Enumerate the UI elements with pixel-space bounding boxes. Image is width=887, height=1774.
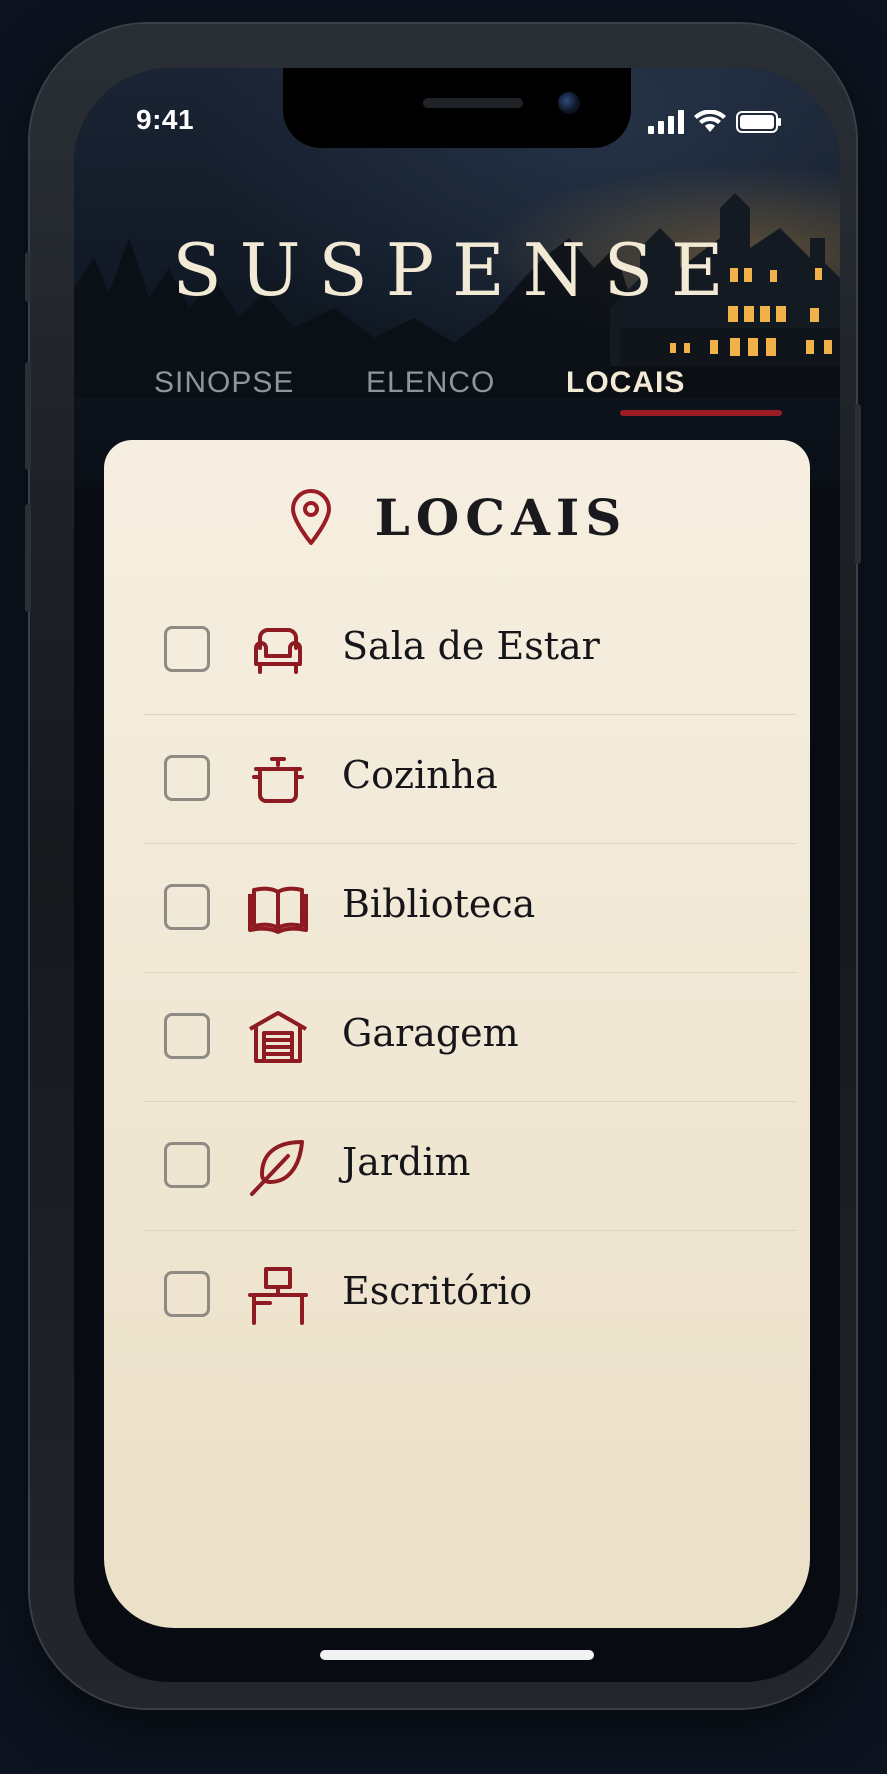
list-item-label: Garagem xyxy=(342,1011,519,1055)
tab-bar: SINOPSE ELENCO LOCAIS xyxy=(114,366,804,426)
map-pin-icon xyxy=(290,489,331,545)
list-item-label: Jardim xyxy=(342,1140,471,1184)
notch xyxy=(283,68,631,148)
tab-sinopse[interactable]: SINOPSE xyxy=(154,366,294,400)
checkbox[interactable] xyxy=(164,755,210,801)
phone-frame: 9:41 SUSPENSE SINOPSE ELENCO LOCAIS LOCA… xyxy=(25,24,861,1708)
cooking-pot-icon xyxy=(252,757,304,803)
list-item-label: Sala de Estar xyxy=(342,624,600,668)
mute-switch xyxy=(25,252,31,302)
status-icons xyxy=(648,110,782,134)
list-item[interactable]: Garagem xyxy=(144,973,796,1102)
status-time: 9:41 xyxy=(136,104,195,135)
list-item-label: Cozinha xyxy=(342,753,498,797)
checkbox[interactable] xyxy=(164,1142,210,1188)
card-title: LOCAIS xyxy=(374,487,628,547)
list-item[interactable]: Escritório xyxy=(144,1231,796,1359)
locations-list: Sala de Estar Cozinha Biblioteca Garagem… xyxy=(144,586,796,1359)
active-tab-indicator xyxy=(620,410,782,416)
tab-elenco[interactable]: ELENCO xyxy=(366,366,495,400)
checkbox[interactable] xyxy=(164,1271,210,1317)
battery-icon xyxy=(736,111,781,133)
earpiece-speaker xyxy=(423,98,523,108)
garage-icon xyxy=(249,1011,307,1063)
volume-down-button xyxy=(25,504,31,612)
open-book-icon xyxy=(248,886,308,934)
front-camera xyxy=(558,92,580,114)
list-item[interactable]: Sala de Estar xyxy=(144,586,796,715)
power-button xyxy=(855,404,861,564)
list-item[interactable]: Biblioteca xyxy=(144,844,796,973)
checkbox[interactable] xyxy=(164,626,210,672)
list-item[interactable]: Jardim xyxy=(144,1102,796,1231)
wifi-icon xyxy=(694,110,726,132)
tab-locais[interactable]: LOCAIS xyxy=(566,366,685,400)
checkbox[interactable] xyxy=(164,1013,210,1059)
leaf-icon xyxy=(250,1140,304,1196)
cellular-signal-icon xyxy=(648,110,684,134)
home-indicator[interactable] xyxy=(320,1650,594,1660)
list-item-label: Biblioteca xyxy=(342,882,536,926)
desk-icon xyxy=(248,1267,308,1325)
app-title: SUSPENSE xyxy=(172,228,742,312)
checkbox[interactable] xyxy=(164,884,210,930)
list-item-label: Escritório xyxy=(342,1269,533,1313)
list-item[interactable]: Cozinha xyxy=(144,715,796,844)
armchair-icon xyxy=(254,628,302,674)
card-header: LOCAIS xyxy=(104,482,810,552)
screen: 9:41 SUSPENSE SINOPSE ELENCO LOCAIS LOCA… xyxy=(74,68,840,1682)
locations-card: LOCAIS Sala de Estar Cozinha Biblioteca … xyxy=(104,440,810,1628)
volume-up-button xyxy=(25,362,31,470)
